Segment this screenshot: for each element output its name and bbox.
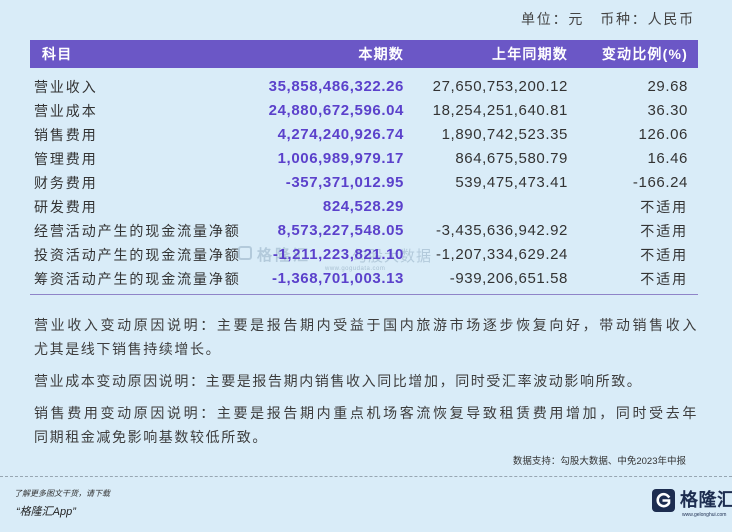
current-value: 24,880,672,596.04 — [268, 102, 404, 119]
table-body: 营业收入 35,858,486,322.26 27,650,753,200.12… — [0, 75, 732, 291]
change-ratio: 不适用 — [640, 199, 688, 215]
prior-value: 27,650,753,200.12 — [432, 78, 568, 95]
row-label: 投资活动产生的现金流量净额 — [34, 247, 241, 263]
header-change: 变动比例(%) — [601, 46, 688, 62]
change-ratio: 29.68 — [647, 78, 688, 95]
logo-text: 格隆汇 — [680, 490, 732, 510]
header-current: 本期数 — [358, 46, 404, 62]
data-source: 数据支持：勾股大数据、中免2023年中报 — [512, 456, 686, 467]
units-label: 单位：元 — [520, 11, 585, 27]
note-line: 销售费用变动原因说明：主要是报告期内重点机场客流恢复导致租赁费用增加，同时受去年 — [34, 405, 698, 421]
table-row: 管理费用 1,006,989,979.17 864,675,580.79 16.… — [0, 147, 732, 171]
note-selling-expense: 销售费用变动原因说明：主要是报告期内重点机场客流恢复导致租赁费用增加，同时受去年… — [34, 401, 698, 449]
change-ratio: 不适用 — [640, 223, 688, 239]
prior-value: 1,890,742,523.35 — [441, 126, 568, 143]
current-value: -1,211,223,821.10 — [272, 246, 404, 263]
change-ratio: 不适用 — [640, 247, 688, 263]
note-line: 同期租金减免影响基数较低所致。 — [34, 429, 268, 445]
change-ratio: 126.06 — [638, 126, 688, 143]
prior-value: -1,207,334,629.24 — [436, 246, 568, 263]
note-cost: 营业成本变动原因说明：主要是报告期内销售收入同比增加，同时受汇率波动影响所致。 — [34, 369, 698, 393]
current-value: 1,006,989,979.17 — [277, 150, 404, 167]
note-line: 尤其是线下销售持续增长。 — [34, 341, 222, 357]
row-label: 经营活动产生的现金流量净额 — [34, 223, 241, 239]
change-ratio: -166.24 — [632, 174, 688, 191]
current-value: -357,371,012.95 — [285, 174, 404, 191]
table-row: 财务费用 -357,371,012.95 539,475,473.41 -166… — [0, 171, 732, 195]
prior-value: 18,254,251,640.81 — [432, 102, 568, 119]
prior-value: -939,206,651.58 — [449, 270, 568, 287]
units-line: 单位：元 币种：人民币 — [521, 9, 695, 29]
row-label: 管理费用 — [34, 151, 98, 167]
change-ratio: 16.46 — [647, 150, 688, 167]
current-value: 8,573,227,548.05 — [277, 222, 404, 239]
footer-divider — [0, 476, 732, 477]
change-ratio: 36.30 — [647, 102, 688, 119]
table-bottom-rule — [30, 294, 698, 295]
table-row: 营业成本 24,880,672,596.04 18,254,251,640.81… — [0, 99, 732, 123]
row-label: 财务费用 — [34, 175, 98, 191]
note-line: 营业收入变动原因说明：主要是报告期内受益于国内旅游市场逐步恢复向好，带动销售收入 — [34, 317, 698, 333]
current-value: 824,528.29 — [322, 198, 404, 215]
prior-value: 539,475,473.41 — [455, 174, 568, 191]
prior-value: 864,675,580.79 — [455, 150, 568, 167]
row-label: 营业成本 — [34, 103, 98, 119]
current-value: 35,858,486,322.26 — [268, 78, 404, 95]
footer-app-name: “格隆汇App” — [16, 506, 76, 518]
row-label: 筹资活动产生的现金流量净额 — [34, 271, 241, 287]
row-label: 营业收入 — [34, 79, 98, 95]
table-row: 筹资活动产生的现金流量净额 -1,368,701,003.13 -939,206… — [0, 267, 732, 291]
note-line: 营业成本变动原因说明：主要是报告期内销售收入同比增加，同时受汇率波动影响所致。 — [34, 373, 643, 389]
logo-url: www.gelonghui.com — [682, 512, 727, 518]
table-row: 营业收入 35,858,486,322.26 27,650,753,200.12… — [0, 75, 732, 99]
change-ratio: 不适用 — [640, 271, 688, 287]
table-row: 研发费用 824,528.29 不适用 — [0, 195, 732, 219]
current-value: 4,274,240,926.74 — [277, 126, 404, 143]
table-header: 科目 本期数 上年同期数 变动比例(%) — [30, 40, 698, 68]
prior-value: -3,435,636,942.92 — [436, 222, 568, 239]
table-row: 经营活动产生的现金流量净额 8,573,227,548.05 -3,435,63… — [0, 219, 732, 243]
row-label: 销售费用 — [34, 127, 98, 143]
g-logo-icon — [652, 489, 675, 512]
current-value: -1,368,701,003.13 — [272, 270, 404, 287]
row-label: 研发费用 — [34, 199, 98, 215]
footer-prompt: 了解更多图文干货，请下载 — [14, 489, 110, 498]
table-row: 投资活动产生的现金流量净额 -1,211,223,821.10 -1,207,3… — [0, 243, 732, 267]
table-row: 销售费用 4,274,240,926.74 1,890,742,523.35 1… — [0, 123, 732, 147]
currency-label: 币种：人民币 — [600, 11, 695, 27]
header-subject: 科目 — [42, 46, 73, 62]
header-prior: 上年同期数 — [492, 46, 568, 62]
report-page: 单位：元 币种：人民币 科目 本期数 上年同期数 变动比例(%) 格隆汇 勾股大数… — [0, 0, 732, 532]
note-revenue: 营业收入变动原因说明：主要是报告期内受益于国内旅游市场逐步恢复向好，带动销售收入… — [34, 313, 698, 361]
